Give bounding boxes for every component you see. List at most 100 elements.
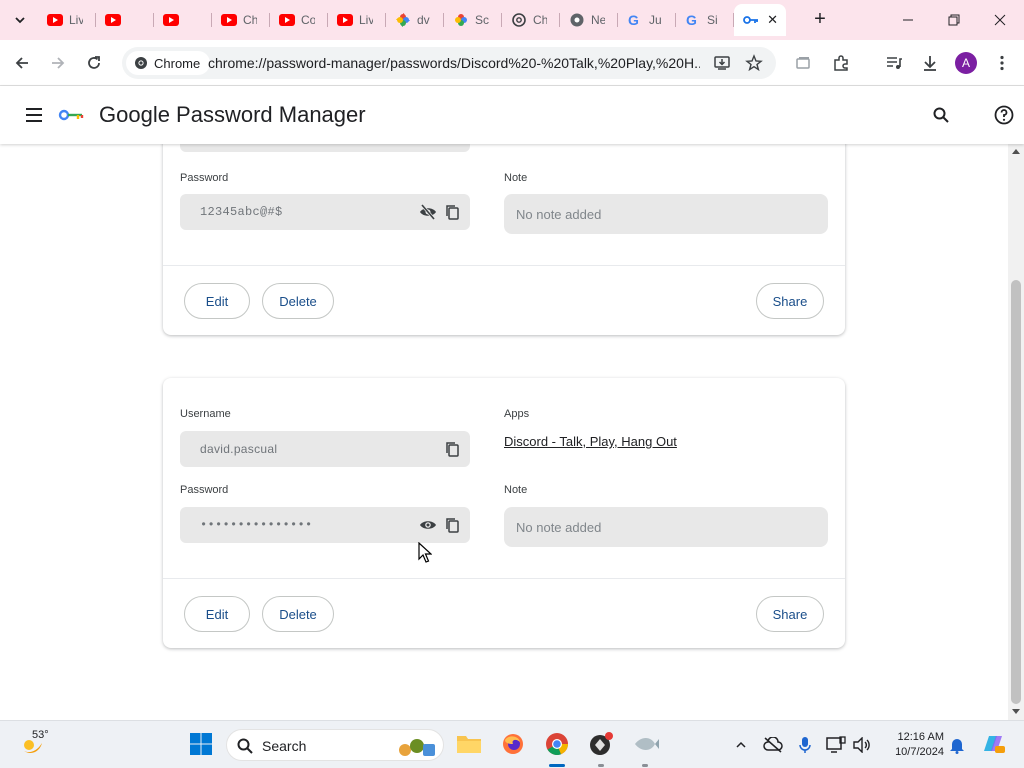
- credential-card-1: Password 12345abc@#$ Note No note added …: [163, 144, 845, 335]
- search-highlight-icon: [399, 739, 435, 756]
- back-button[interactable]: [9, 50, 35, 76]
- tab-photos-1[interactable]: dv: [386, 4, 444, 36]
- app-button-2[interactable]: [632, 730, 660, 758]
- fish-app-icon: [635, 738, 659, 750]
- password-field: •••••••••••••••: [180, 507, 470, 543]
- scrollbar-thumb[interactable]: [1011, 280, 1021, 704]
- password-label: Password: [180, 172, 229, 184]
- tab-youtube-2[interactable]: [96, 4, 154, 36]
- copy-icon[interactable]: [443, 440, 461, 458]
- note-value: No note added: [516, 207, 602, 222]
- tab-password-manager[interactable]: ✕: [734, 4, 786, 36]
- more-vert-icon: [1000, 55, 1004, 71]
- tab-groups-button[interactable]: [790, 50, 816, 76]
- display-icon[interactable]: [826, 735, 846, 755]
- hamburger-menu-icon[interactable]: [24, 105, 44, 125]
- microphone-icon[interactable]: [795, 735, 815, 755]
- tab-youtube-4[interactable]: Ch: [212, 4, 270, 36]
- start-button[interactable]: [187, 730, 215, 758]
- tab-google-2[interactable]: G Si: [676, 4, 734, 36]
- scroll-up-arrow-icon[interactable]: [1012, 149, 1020, 154]
- extensions-button[interactable]: [828, 50, 854, 76]
- system-clock[interactable]: 12:16 AM 10/7/2024: [886, 730, 944, 760]
- chrome-icon: [135, 57, 147, 69]
- app-button-1[interactable]: [587, 730, 615, 758]
- tab-youtube-1[interactable]: Liv: [38, 4, 96, 36]
- pinwheel-icon: [395, 12, 411, 28]
- password-value: •••••••••••••••: [200, 518, 313, 532]
- copy-icon[interactable]: [443, 203, 461, 221]
- file-explorer-button[interactable]: [455, 730, 483, 758]
- firefox-icon: [503, 734, 523, 754]
- downloads-button[interactable]: [917, 50, 943, 76]
- minimize-button[interactable]: [885, 0, 931, 40]
- note-field: No note added: [504, 194, 828, 234]
- tab-list: Liv Ch Co Liv dv Sc Ch Ne G Ju G Si ✕: [38, 4, 786, 36]
- taskbar-search[interactable]: Search: [226, 729, 444, 761]
- copilot-icon[interactable]: [980, 732, 1006, 756]
- tab-youtube-6[interactable]: Liv: [328, 4, 386, 36]
- chrome-taskbar-button[interactable]: [543, 730, 571, 758]
- delete-button[interactable]: Delete: [262, 596, 334, 632]
- share-button[interactable]: Share: [756, 596, 824, 632]
- browser-menu-button[interactable]: [989, 50, 1015, 76]
- credential-card-2: Username david.pascual Apps Discord - Ta…: [163, 378, 845, 648]
- tab-photos-2[interactable]: Sc: [444, 4, 502, 36]
- clock-time: 12:16 AM: [897, 731, 944, 743]
- tab-search-button[interactable]: [8, 8, 32, 32]
- show-hidden-icons-button[interactable]: [731, 735, 751, 755]
- url-text[interactable]: chrome://password-manager/passwords/Disc…: [208, 55, 700, 71]
- close-window-button[interactable]: [977, 0, 1023, 40]
- arrow-left-icon: [15, 57, 28, 69]
- youtube-icon: [337, 12, 353, 28]
- firefox-button[interactable]: [499, 730, 527, 758]
- media-controls-button[interactable]: [881, 50, 907, 76]
- scroll-down-arrow-icon[interactable]: [1012, 709, 1020, 714]
- site-chip[interactable]: Chrome: [126, 51, 211, 75]
- google-icon: G: [685, 12, 701, 28]
- bookmark-star-icon[interactable]: [742, 51, 766, 75]
- youtube-icon: [163, 12, 179, 28]
- music-queue-icon: [887, 57, 902, 69]
- search-button[interactable]: [929, 103, 953, 127]
- help-button[interactable]: [992, 103, 1016, 127]
- minimize-icon: [903, 19, 913, 21]
- edit-button[interactable]: Edit: [184, 283, 250, 319]
- card-divider: [163, 578, 845, 579]
- eye-off-icon[interactable]: [419, 203, 437, 221]
- install-app-icon[interactable]: [710, 51, 734, 75]
- tab-youtube-5[interactable]: Co: [270, 4, 328, 36]
- restore-button[interactable]: [931, 0, 977, 40]
- close-tab-icon[interactable]: ✕: [767, 12, 778, 28]
- tab-youtube-3[interactable]: [154, 4, 212, 36]
- reload-icon: [88, 56, 100, 69]
- clock-date: 10/7/2024: [895, 746, 944, 758]
- volume-icon[interactable]: [852, 735, 872, 755]
- address-bar[interactable]: Chrome chrome://password-manager/passwor…: [122, 47, 776, 79]
- copy-icon[interactable]: [443, 516, 461, 534]
- share-button[interactable]: Share: [756, 283, 824, 319]
- cloud-sync-icon[interactable]: [763, 735, 783, 755]
- globe-icon: [569, 12, 585, 28]
- svg-text:G: G: [628, 12, 639, 28]
- password-manager-logo: [58, 109, 84, 121]
- tab-google-1[interactable]: G Ju: [618, 4, 676, 36]
- delete-button[interactable]: Delete: [262, 283, 334, 319]
- forward-button[interactable]: [45, 50, 71, 76]
- page-scrollbar[interactable]: [1008, 144, 1024, 720]
- running-indicator: [598, 764, 604, 767]
- site-chip-label: Chrome: [154, 55, 201, 71]
- folder-icon: [457, 736, 481, 753]
- page-title: Google Password Manager: [99, 102, 366, 127]
- tab-chatgpt[interactable]: Ch: [502, 4, 560, 36]
- tab-new[interactable]: Ne: [560, 4, 618, 36]
- chevron-down-icon: [15, 17, 25, 24]
- notifications-bell-icon[interactable]: [947, 735, 967, 755]
- eye-icon[interactable]: [419, 516, 437, 534]
- pinwheel-icon: [453, 12, 469, 28]
- new-tab-button[interactable]: +: [810, 8, 830, 32]
- reload-button[interactable]: [81, 50, 107, 76]
- app-link[interactable]: Discord - Talk, Play, Hang Out: [504, 434, 677, 449]
- edit-button[interactable]: Edit: [184, 596, 250, 632]
- profile-avatar[interactable]: A: [955, 52, 977, 74]
